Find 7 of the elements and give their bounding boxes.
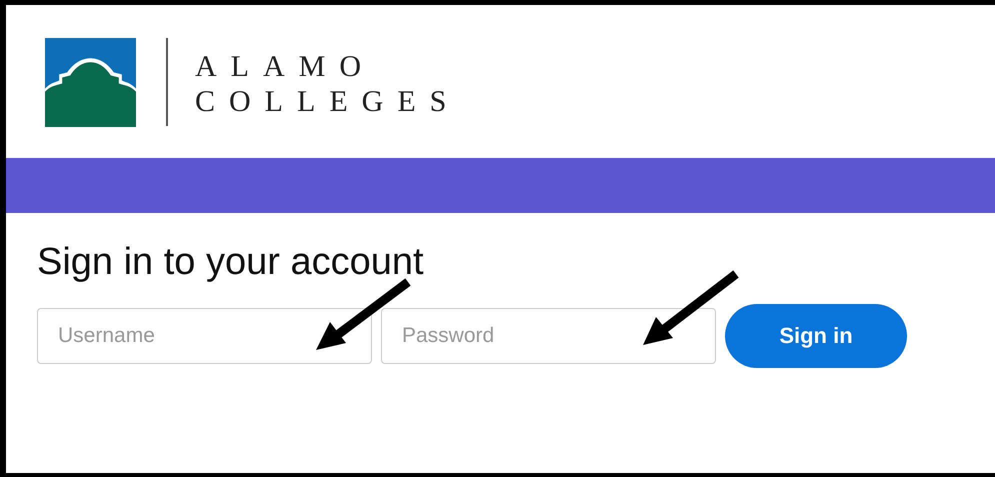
logo-icon	[45, 38, 136, 127]
password-field[interactable]: Password	[381, 308, 716, 364]
username-field[interactable]: Username	[37, 308, 372, 364]
sign-in-button[interactable]: Sign in	[725, 304, 907, 368]
page-heading: Sign in to your account	[37, 240, 425, 284]
logo-text: ALAMO	[195, 50, 376, 83]
logo-text: COLLEGES	[195, 85, 460, 118]
